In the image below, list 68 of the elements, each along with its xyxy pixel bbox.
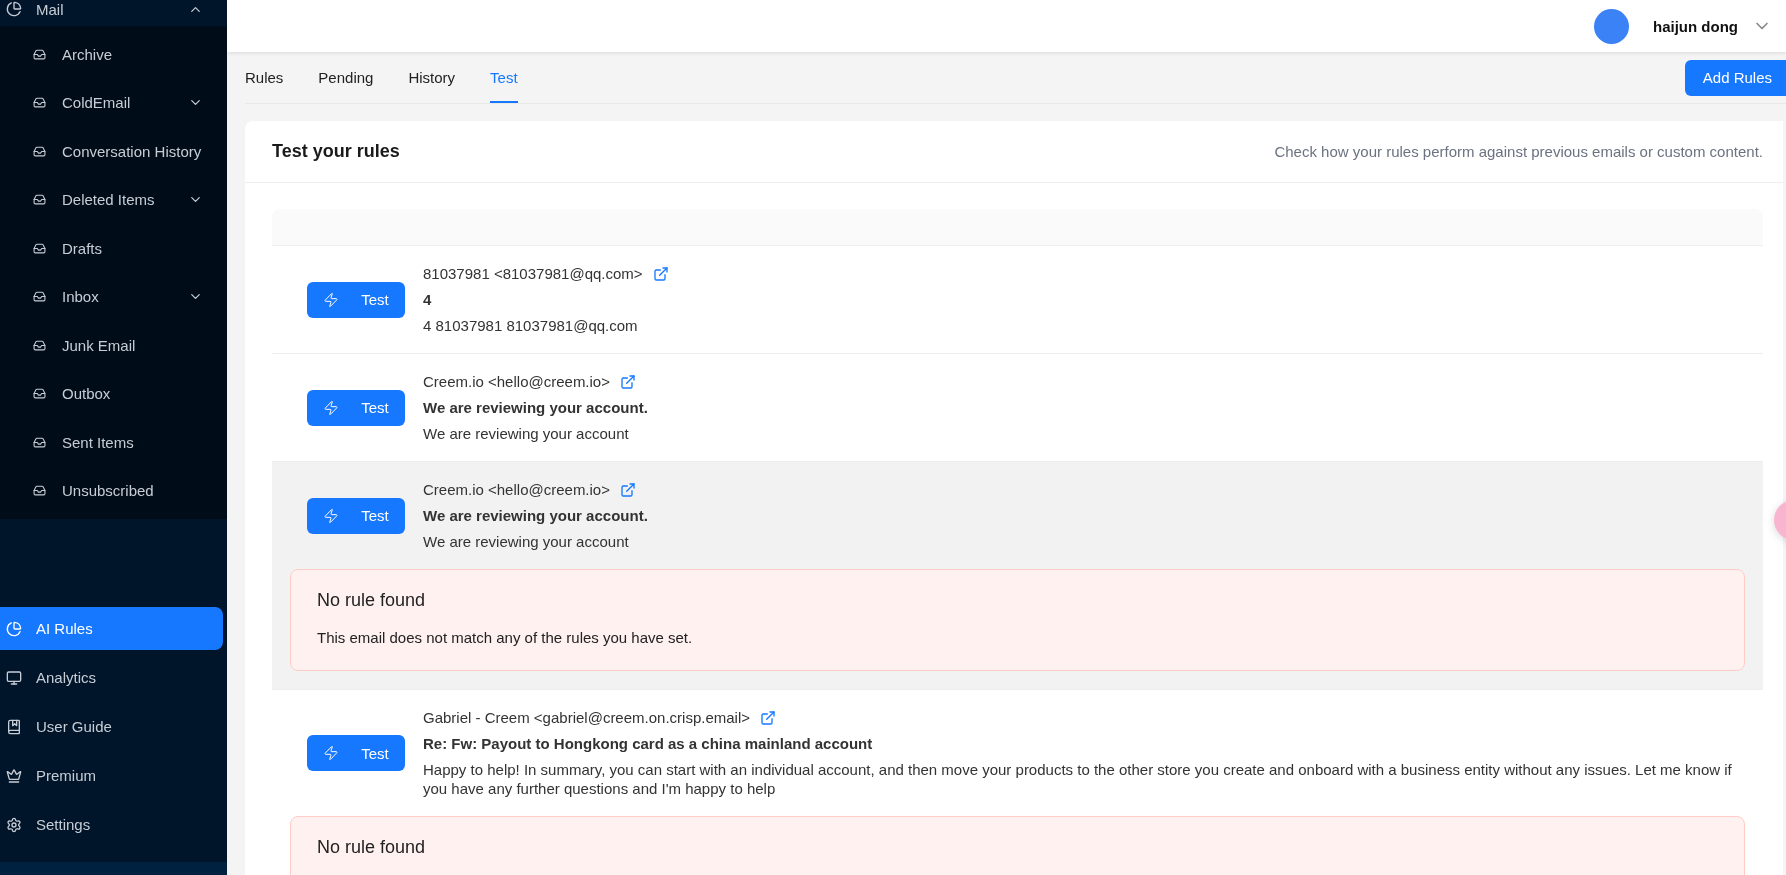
book-icon (6, 718, 22, 735)
folder-item[interactable]: Sent Items (0, 418, 227, 467)
folder-item[interactable]: Archive (0, 30, 227, 79)
email-subject: We are reviewing your account. (423, 506, 648, 525)
card-title: Test your rules (272, 141, 400, 162)
folder-item[interactable]: Inbox (0, 272, 227, 321)
email-subject: 4 (423, 290, 433, 309)
card-subtitle: Check how your rules perform against previous emails or custom content. (1274, 143, 1763, 160)
pie-chart-icon (6, 620, 22, 637)
alert-title: No rule found (317, 837, 427, 858)
test-button[interactable]: Test (307, 735, 405, 771)
inbox-icon (33, 484, 46, 498)
email-sender: Creem.io <hello@creem.io> (423, 372, 610, 391)
lightning-icon (323, 745, 340, 761)
folder-item[interactable]: Deleted Items (0, 175, 227, 224)
add-rules-button[interactable]: Add Rules (1684, 59, 1786, 96)
monitor-icon (6, 669, 22, 686)
folder-item[interactable]: ColdEmail (0, 78, 227, 127)
nav-item[interactable]: User Guide (0, 705, 223, 748)
tab[interactable]: History (408, 52, 456, 103)
email-preview: Happy to help! In summary, you can start with an individual account, and then move your products to the other store you create and onboard with a business entity without any issues. Let me know if you have any further questions and I'm happy to help (423, 760, 1733, 798)
nav-item[interactable]: AI Rules (0, 607, 223, 650)
nav-item[interactable]: Settings (0, 803, 223, 846)
external-link-icon[interactable] (620, 481, 636, 498)
folder-item[interactable]: Junk Email (0, 321, 227, 370)
email-preview: We are reviewing your account (423, 424, 630, 443)
avatar[interactable] (1594, 8, 1629, 44)
email-preview: We are reviewing your account (423, 532, 630, 551)
inbox-icon (33, 387, 46, 401)
external-link-icon[interactable] (652, 265, 669, 282)
inbox-icon (33, 241, 46, 255)
email-subject: We are reviewing your account. (423, 398, 648, 417)
inbox-icon (33, 338, 46, 352)
inbox-icon (33, 96, 46, 110)
lightning-icon (323, 291, 340, 308)
email-sender: 81037981 <81037981@qq.com> (423, 264, 643, 283)
email-row[interactable]: Test Creem.io <hello@creem.io> We are reviewing your account. We are reviewing your account No rule found This email does not match any of the rules you have set. (272, 462, 1763, 690)
alert-message: This email does not match any of the rules you have set. (317, 629, 694, 646)
alert-title: No rule found (317, 590, 427, 611)
inbox-icon (33, 435, 46, 449)
tab[interactable]: Pending (318, 52, 374, 103)
email-preview: 4 81037981 81037981@qq.com (423, 316, 639, 335)
email-sender: Creem.io <hello@creem.io> (423, 480, 610, 499)
email-sender: Gabriel - Creem <gabriel@creem.on.crisp.email> (423, 708, 750, 727)
lightning-icon (323, 399, 340, 416)
lightning-icon (323, 507, 340, 524)
inbox-icon (33, 144, 46, 158)
tab[interactable]: Test (490, 52, 518, 103)
crown-icon (6, 767, 22, 784)
folder-item[interactable]: Conversation History (0, 127, 227, 176)
inbox-icon (33, 193, 46, 207)
pie-chart-icon (6, 1, 22, 17)
external-link-icon[interactable] (760, 709, 776, 726)
nav-item[interactable]: Premium (0, 754, 223, 797)
folder-item[interactable]: Unsubscribed (0, 466, 227, 515)
nav-item[interactable]: Analytics (0, 656, 223, 699)
external-link-icon[interactable] (620, 373, 636, 390)
test-button[interactable]: Test (307, 281, 405, 318)
test-button[interactable]: Test (307, 389, 405, 426)
user-name[interactable]: haijun dong (1653, 17, 1738, 35)
tab[interactable]: Rules (245, 52, 284, 103)
folder-item[interactable]: Drafts (0, 224, 227, 273)
gear-icon (6, 816, 22, 833)
inbox-icon (33, 290, 46, 304)
inbox-icon (33, 47, 46, 61)
email-subject: Re: Fw: Payout to Hongkong card as a china mainland account (423, 734, 874, 753)
test-button[interactable]: Test (307, 497, 405, 534)
folder-item[interactable]: Outbox (0, 369, 227, 418)
